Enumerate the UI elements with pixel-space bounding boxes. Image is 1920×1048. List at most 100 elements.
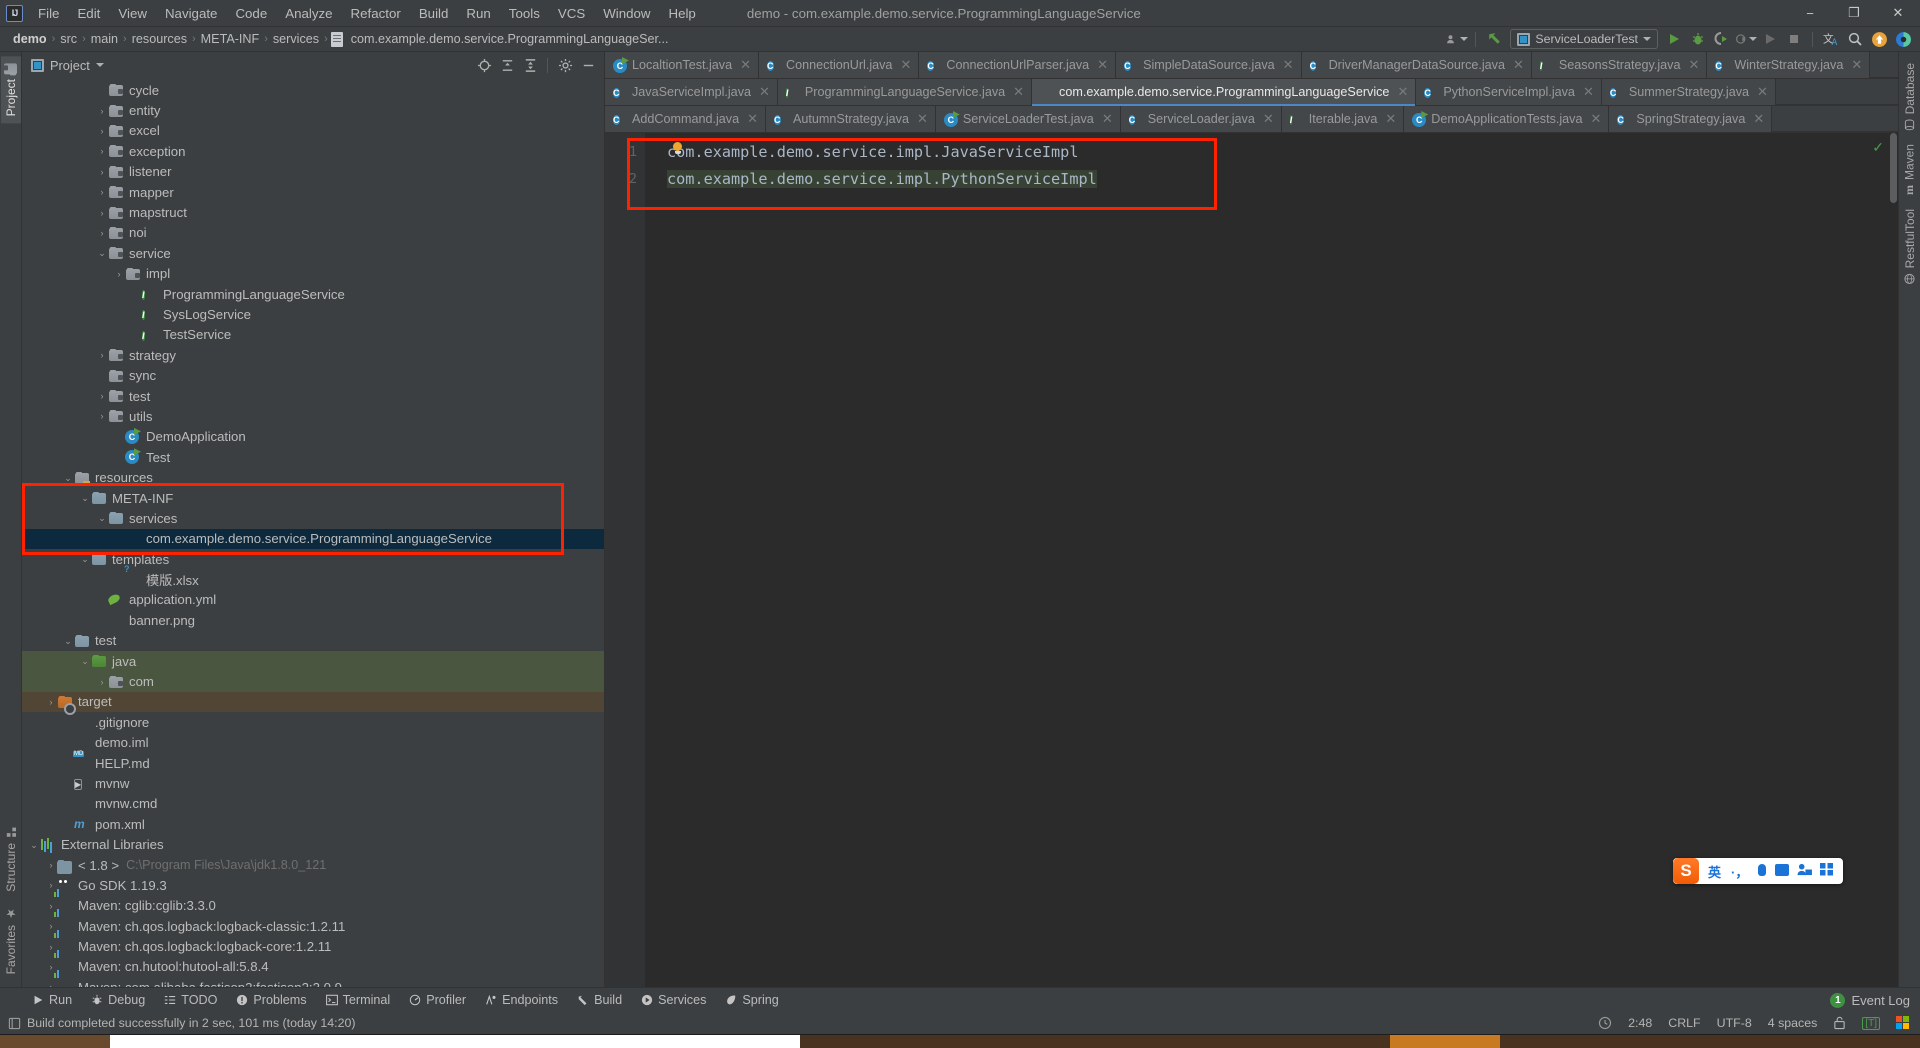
chevron-right-icon[interactable]: ›	[45, 855, 57, 875]
bottom-item-debug[interactable]: Debug	[83, 991, 153, 1009]
chevron-down-icon[interactable]: ⌄	[96, 243, 108, 263]
tree-node[interactable]: ›Go SDK 1.19.3	[22, 875, 604, 895]
editor-tab[interactable]: CConnectionUrlParser.java✕	[919, 52, 1116, 78]
chevron-right-icon[interactable]: ›	[96, 345, 108, 365]
menu-help[interactable]: Help	[659, 3, 704, 24]
breadcrumb-main[interactable]: main	[87, 31, 122, 47]
bottom-item-problems[interactable]: Problems	[228, 991, 314, 1009]
chevron-right-icon[interactable]: ›	[45, 977, 57, 987]
breadcrumb-resources[interactable]: resources	[128, 31, 191, 47]
editor-tab[interactable]: CAutumnStrategy.java✕	[766, 106, 936, 132]
sidebar-item-maven[interactable]: m Maven	[1899, 137, 1920, 202]
mic-icon[interactable]	[1753, 864, 1771, 879]
tree-node[interactable]: ⌄templates	[22, 549, 604, 569]
scrollbar-thumb[interactable]	[1890, 133, 1897, 203]
file-encoding[interactable]: UTF-8	[1717, 1016, 1752, 1030]
chevron-down-icon[interactable]: ⌄	[79, 488, 91, 508]
tree-node[interactable]: ⌄META-INF	[22, 488, 604, 508]
bottom-item-spring[interactable]: Spring	[717, 991, 786, 1009]
expand-all-icon[interactable]	[496, 55, 518, 75]
run-coverage-icon[interactable]	[1711, 29, 1733, 49]
apps-icon[interactable]	[1816, 863, 1838, 879]
menu-file[interactable]: File	[29, 3, 68, 24]
tree-node[interactable]: 模版.xlsx	[22, 569, 604, 589]
chevron-right-icon[interactable]: ›	[96, 672, 108, 692]
chevron-right-icon[interactable]: ›	[96, 121, 108, 141]
breadcrumb-src[interactable]: src	[56, 31, 81, 47]
run-configuration-selector[interactable]: ServiceLoaderTest	[1510, 29, 1658, 49]
editor-tab[interactable]: CJavaServiceImpl.java✕	[605, 79, 778, 105]
editor-tab[interactable]: CDriverManagerDataSource.java✕	[1302, 52, 1532, 78]
editor-tab[interactable]: CServiceLoader.java✕	[1121, 106, 1282, 132]
tree-node[interactable]: .gitignore	[22, 712, 604, 732]
menu-vcs[interactable]: VCS	[549, 3, 594, 24]
tree-node[interactable]: ›target	[22, 692, 604, 712]
tree-node[interactable]: cycle	[22, 80, 604, 100]
editor-tab[interactable]: CSummerStrategy.java✕	[1602, 79, 1776, 105]
tree-node[interactable]: ›excel	[22, 121, 604, 141]
indent-setting[interactable]: 4 spaces	[1768, 1016, 1818, 1030]
close-icon[interactable]: ✕	[1753, 111, 1764, 127]
close-icon[interactable]: ✕	[759, 84, 770, 100]
tree-node[interactable]: mvnw.cmd	[22, 794, 604, 814]
close-icon[interactable]: ✕	[1263, 111, 1274, 127]
editor-tab[interactable]: CLocaltionTest.java✕	[605, 52, 759, 78]
chevron-down-icon[interactable]: ⌄	[28, 835, 40, 855]
close-button[interactable]: ✕	[1876, 0, 1920, 26]
tree-node[interactable]: ISysLogService	[22, 304, 604, 324]
sidebar-item-favorites[interactable]: Favorites ★	[1, 899, 21, 981]
sidebar-item-database[interactable]: Database	[1900, 56, 1920, 137]
tree-node[interactable]: ⌄java	[22, 651, 604, 671]
close-icon[interactable]: ✕	[1013, 84, 1024, 100]
tree-node[interactable]: ›Maven: ch.qos.logback:logback-classic:1…	[22, 916, 604, 936]
breadcrumb-meta-inf[interactable]: META-INF	[197, 31, 264, 47]
editor-scrollbar[interactable]	[1884, 133, 1898, 987]
close-icon[interactable]: ✕	[1851, 57, 1862, 73]
line-separator[interactable]: CRLF	[1668, 1016, 1700, 1030]
tree-node[interactable]: sync	[22, 365, 604, 385]
tree-node[interactable]: com.example.demo.service.ProgrammingLang…	[22, 529, 604, 549]
tree-node[interactable]: ›mapper	[22, 182, 604, 202]
tree-node[interactable]: ›listener	[22, 162, 604, 182]
menu-edit[interactable]: Edit	[68, 3, 109, 24]
caret-position[interactable]: 2:48	[1628, 1016, 1652, 1030]
editor-tab[interactable]: CWinterStrategy.java✕	[1707, 52, 1870, 78]
tree-node[interactable]: ⌄External Libraries	[22, 834, 604, 854]
close-icon[interactable]: ✕	[1590, 111, 1601, 127]
chevron-down-icon[interactable]: ⌄	[62, 468, 74, 488]
editor-tab[interactable]: CAddCommand.java✕	[605, 106, 766, 132]
chevron-right-icon[interactable]: ›	[96, 203, 108, 223]
ide-eye-icon[interactable]	[1892, 29, 1914, 49]
inspection-clock-icon[interactable]	[1598, 1016, 1612, 1030]
bottom-item-services[interactable]: Services	[633, 991, 714, 1009]
close-icon[interactable]: ✕	[1097, 57, 1108, 73]
tree-node[interactable]: ›Maven: cglib:cglib:3.3.0	[22, 896, 604, 916]
close-icon[interactable]: ✕	[1385, 111, 1396, 127]
bottom-item-build[interactable]: Build	[569, 991, 630, 1009]
ime-punct-label[interactable]: ·，	[1726, 862, 1753, 881]
run-icon[interactable]	[1663, 29, 1685, 49]
breadcrumb-demo[interactable]: demo	[9, 31, 51, 47]
chevron-right-icon[interactable]: ›	[113, 264, 125, 284]
tree-node[interactable]: ›impl	[22, 264, 604, 284]
read-only-lock-icon[interactable]	[1833, 1016, 1846, 1030]
editor-tab[interactable]: CSimpleDataSource.java✕	[1116, 52, 1302, 78]
tree-node[interactable]: ›< 1.8 >C:\Program Files\Java\jdk1.8.0_1…	[22, 855, 604, 875]
code-line[interactable]: com.example.demo.service.impl.JavaServic…	[645, 139, 1898, 166]
tree-node[interactable]: ▶mvnw	[22, 773, 604, 793]
chevron-right-icon[interactable]: ›	[96, 406, 108, 426]
menu-navigate[interactable]: Navigate	[156, 3, 226, 24]
update-project-icon[interactable]	[1868, 29, 1890, 49]
tree-node[interactable]: mpom.xml	[22, 814, 604, 834]
close-icon[interactable]: ✕	[1688, 57, 1699, 73]
chevron-right-icon[interactable]: ›	[96, 223, 108, 243]
close-icon[interactable]: ✕	[1757, 84, 1768, 100]
tree-node[interactable]: ›mapstruct	[22, 202, 604, 222]
tree-node[interactable]: ⌄service	[22, 243, 604, 263]
tree-node[interactable]: banner.png	[22, 610, 604, 630]
chevron-right-icon[interactable]: ›	[96, 141, 108, 161]
project-panel-title-group[interactable]: Project	[31, 58, 104, 73]
menu-view[interactable]: View	[109, 3, 156, 24]
tree-node[interactable]: ⌄resources	[22, 467, 604, 487]
editor-tab[interactable]: IProgrammingLanguageService.java✕	[778, 79, 1032, 105]
